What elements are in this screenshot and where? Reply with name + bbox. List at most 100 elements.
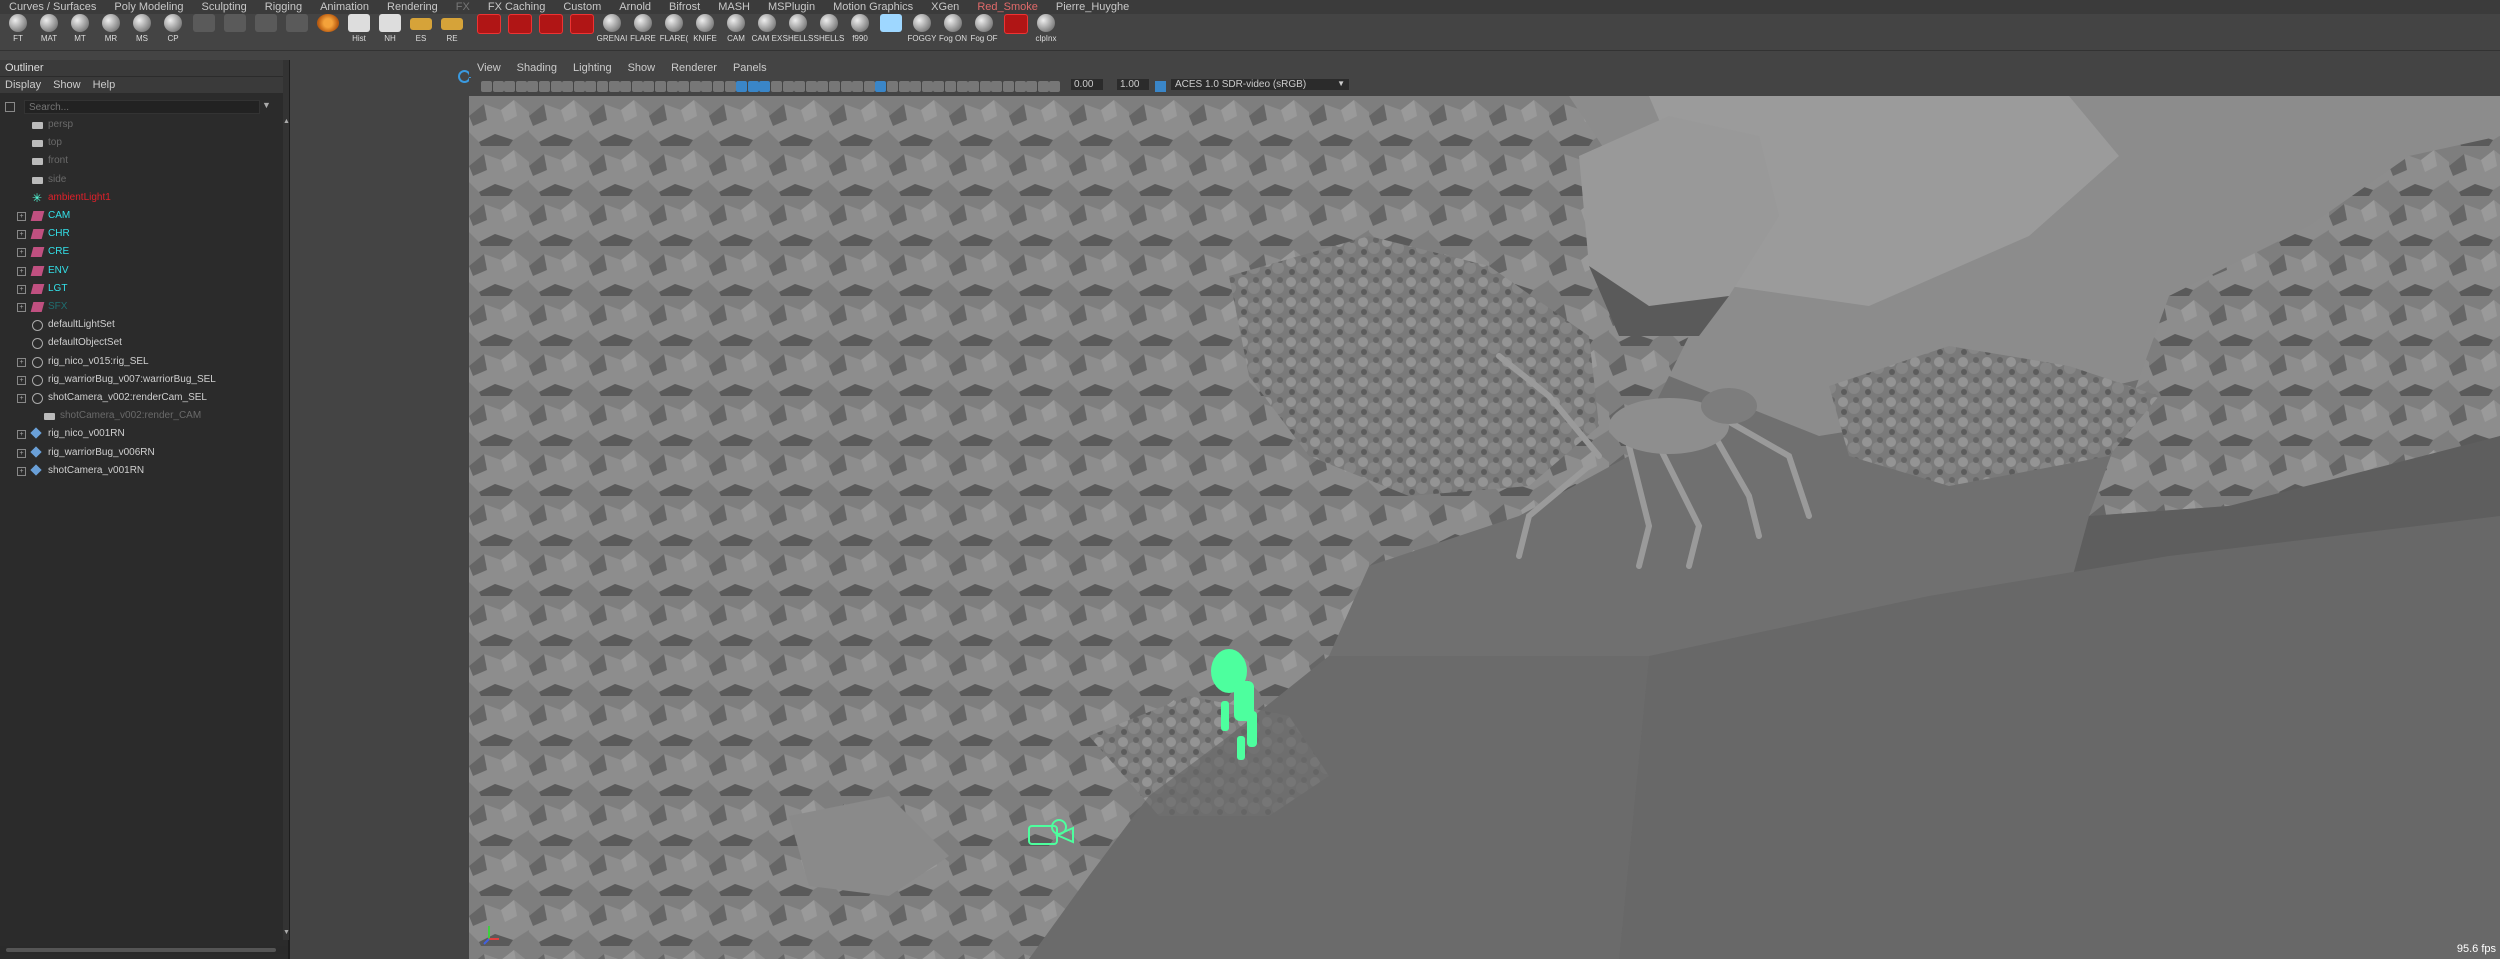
viewport-tool-icon[interactable] (840, 81, 852, 92)
viewport-tool-icon[interactable] (805, 81, 817, 92)
outliner-item[interactable]: + rig_nico_v015:rig_SEL (0, 353, 288, 371)
scroll-up-icon[interactable]: ▲ (283, 118, 290, 125)
menu-bifrost[interactable]: Bifrost (660, 0, 709, 14)
shelf-button-cam[interactable]: CAM (722, 14, 750, 44)
expand-icon[interactable]: + (17, 303, 26, 312)
shelf-button-mat[interactable]: MAT (35, 14, 63, 44)
outliner-menu-help[interactable]: Help (93, 77, 116, 93)
outliner-item[interactable]: + CAM (0, 207, 288, 225)
viewport-tool-icon[interactable] (863, 81, 875, 92)
scroll-down-icon[interactable]: ▼ (283, 929, 290, 936)
panel-menu-panels[interactable]: Panels (733, 60, 767, 77)
viewport-tool-icon[interactable] (829, 81, 840, 92)
filter-icon[interactable] (5, 102, 15, 112)
menu-mash[interactable]: MASH (709, 0, 759, 14)
viewport-tool-icon[interactable] (504, 81, 516, 92)
viewport-tool-icon[interactable] (689, 81, 701, 92)
viewport-tool-icon[interactable] (933, 81, 945, 92)
expand-icon[interactable]: + (17, 430, 26, 440)
expand-icon[interactable]: + (17, 266, 26, 276)
panel-menu-lighting[interactable]: Lighting (573, 60, 612, 77)
expand-icon[interactable]: + (17, 375, 26, 385)
shelf-button-tool-16[interactable] (505, 14, 533, 44)
shelf-button-foggy[interactable]: FOGGY (908, 14, 936, 44)
shelf-button-es[interactable]: ES (407, 14, 435, 44)
shelf-button-grenai[interactable]: GRENAI (597, 14, 627, 44)
viewport-tool-icon[interactable] (736, 81, 748, 92)
viewport-tool-icon[interactable] (597, 81, 608, 92)
viewport-tool-icon[interactable] (910, 81, 922, 92)
shelf-button-clpinx[interactable]: clpInx (1032, 14, 1060, 44)
viewport-tool-icon[interactable] (991, 81, 1003, 92)
viewport-tool-icon[interactable] (1014, 81, 1026, 92)
menu-sculpting[interactable]: Sculpting (193, 0, 256, 14)
shelf-button-tool-15[interactable] (474, 14, 502, 44)
viewport-tool-icon[interactable] (724, 81, 736, 92)
viewport-tool-icon[interactable] (643, 81, 655, 92)
viewport-tool-icon[interactable] (1037, 81, 1049, 92)
outliner-item[interactable]: + LGT (0, 280, 288, 298)
gamma-field[interactable]: 1.00 (1117, 79, 1149, 90)
viewport-tool-icon[interactable] (527, 81, 539, 92)
viewport-tool-icon[interactable] (608, 81, 620, 92)
exposure-field[interactable]: 0.00 (1071, 79, 1103, 90)
color-management-icon[interactable] (1155, 81, 1166, 92)
outliner-menu-show[interactable]: Show (53, 77, 81, 93)
expand-icon[interactable]: + (17, 394, 26, 403)
shelf-button-flare-[interactable]: FLARE( (660, 14, 688, 44)
viewport-tool-icon[interactable] (945, 81, 956, 92)
panel-menu-shading[interactable]: Shading (517, 60, 557, 77)
viewport-tool-icon[interactable] (550, 81, 562, 92)
shelf-button-f990[interactable]: f990 (846, 14, 874, 44)
outliner-item[interactable]: + rig_warriorBug_v007:warriorBug_SEL (0, 371, 288, 389)
viewport-tool-icon[interactable] (794, 81, 806, 92)
viewport-3d[interactable]: 95.6 fps (469, 96, 2500, 959)
outliner-item[interactable]: ✳ ambientLight1 (0, 189, 288, 207)
menu-red-smoke[interactable]: Red_Smoke (968, 0, 1047, 14)
outliner-item[interactable]: top (0, 134, 288, 152)
viewport-tool-icon[interactable] (713, 81, 724, 92)
viewport-tool-icon[interactable] (655, 81, 666, 92)
viewport-tool-icon[interactable] (492, 81, 504, 92)
viewport-tool-icon[interactable] (759, 81, 771, 92)
menu-arnold[interactable]: Arnold (610, 0, 660, 14)
expand-icon[interactable]: + (17, 230, 26, 240)
viewport-tool-icon[interactable] (666, 81, 678, 92)
shelf-button-ft[interactable]: FT (4, 14, 32, 44)
shelf-button-tool-28[interactable] (877, 14, 905, 44)
shelf-button-tool-10[interactable] (314, 14, 342, 44)
viewport-tool-icon[interactable] (1003, 81, 1014, 92)
outliner-item[interactable]: + shotCamera_v002:renderCam_SEL (0, 389, 288, 407)
shelf-button-hist[interactable]: Hist (345, 14, 373, 44)
shelf-button-shells[interactable]: SHELLS (814, 14, 844, 44)
outliner-item[interactable]: + ENV (0, 262, 288, 280)
viewport-tool-icon[interactable] (852, 81, 864, 92)
viewport-tool-icon[interactable] (1049, 81, 1061, 92)
shelf-button-re[interactable]: RE (438, 14, 466, 44)
colorspace-dropdown[interactable]: ACES 1.0 SDR-video (sRGB) ▼ (1171, 79, 1349, 90)
expand-icon[interactable]: + (17, 248, 26, 258)
panel-menu-renderer[interactable]: Renderer (671, 60, 717, 77)
menu-fx-caching[interactable]: FX Caching (479, 0, 554, 14)
expand-icon[interactable]: + (17, 212, 26, 221)
outliner-item[interactable]: front (0, 152, 288, 170)
viewport-tool-icon[interactable] (701, 81, 713, 92)
outliner-item[interactable]: defaultObjectSet (0, 334, 288, 352)
menu-animation[interactable]: Animation (311, 0, 378, 14)
menu-rigging[interactable]: Rigging (256, 0, 311, 14)
viewport-tool-icon[interactable] (747, 81, 759, 92)
menu-msplugin[interactable]: MSPlugin (759, 0, 824, 14)
viewport-tool-icon[interactable] (631, 81, 643, 92)
outliner-horizontal-scrollbar[interactable] (0, 946, 288, 954)
expand-icon[interactable]: + (17, 284, 26, 294)
menu-xgen[interactable]: XGen (922, 0, 968, 14)
outliner-menu-display[interactable]: Display (5, 77, 41, 93)
outliner-search-input[interactable] (24, 100, 260, 114)
expand-icon[interactable]: + (17, 448, 26, 458)
shelf-button-tool-17[interactable] (536, 14, 564, 44)
outliner-item[interactable]: + rig_warriorBug_v006RN (0, 444, 288, 462)
shelf-button-flare[interactable]: FLARE (629, 14, 657, 44)
viewport-tool-icon[interactable] (678, 81, 690, 92)
menu-curves-surfaces[interactable]: Curves / Surfaces (0, 0, 105, 14)
shelf-button-tool-8[interactable] (252, 14, 280, 44)
